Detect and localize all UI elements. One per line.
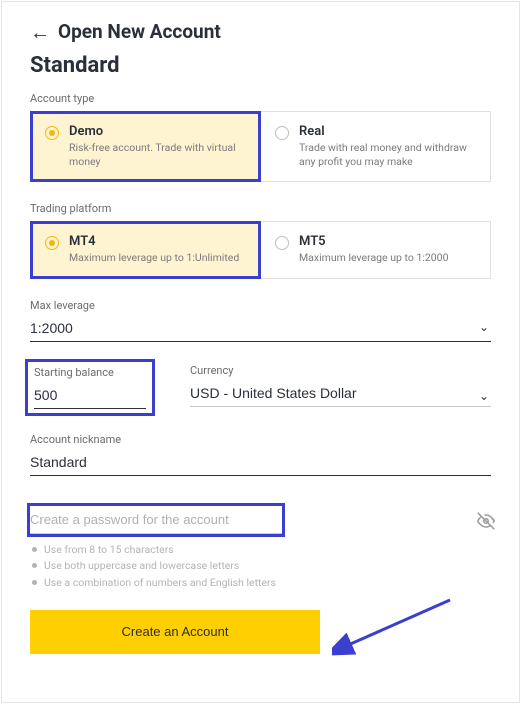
account-type-options: Demo Risk-free account. Trade with virtu… [30,111,491,182]
starting-balance-input[interactable] [34,383,146,409]
option-desc: Trade with real money and withdraw any p… [299,141,476,169]
card-content: MT4 Maximum leverage up to 1:Unlimited [69,234,246,265]
card-content: Demo Risk-free account. Trade with virtu… [69,124,246,169]
field-label: Max leverage [30,299,491,312]
password-field[interactable] [30,506,282,534]
option-desc: Risk-free account. Trade with virtual mo… [69,141,246,169]
header-row: ← Open New Account [30,20,491,43]
option-desc: Maximum leverage up to 1:Unlimited [69,251,246,265]
account-type-label: Account type [30,92,491,105]
password-hints: Use from 8 to 15 characters Use both upp… [30,542,491,592]
annotation-arrow-icon [332,594,462,664]
trading-platform-label: Trading platform [30,202,491,215]
platform-mt4[interactable]: MT4 Maximum leverage up to 1:Unlimited [31,222,260,277]
option-title: MT4 [69,234,246,249]
nickname-field[interactable]: Account nickname [30,433,491,476]
option-title: Demo [69,124,246,139]
card-content: Real Trade with real money and withdraw … [299,124,476,169]
open-account-panel: ← Open New Account Standard Account type… [1,1,520,703]
password-hint: Use from 8 to 15 characters [30,542,491,559]
account-class-subtitle: Standard [30,53,491,78]
back-arrow-icon[interactable]: ← [30,22,50,42]
option-title: Real [299,124,476,139]
option-title: MT5 [299,234,476,249]
field-label: Account nickname [30,433,491,446]
field-label: Currency [190,364,491,377]
account-type-demo[interactable]: Demo Risk-free account. Trade with virtu… [31,112,260,181]
max-leverage-input[interactable] [30,316,491,342]
balance-currency-row: Starting balance Currency ⌄ [30,364,491,411]
option-desc: Maximum leverage up to 1:2000 [299,251,476,265]
starting-balance-field[interactable]: Starting balance [30,364,150,411]
password-hint: Use a combination of numbers and English… [30,575,491,592]
radio-icon [275,126,289,140]
currency-input[interactable] [190,381,491,407]
radio-icon [45,126,59,140]
card-content: MT5 Maximum leverage up to 1:2000 [299,234,476,265]
currency-field[interactable]: Currency ⌄ [190,364,491,411]
max-leverage-field[interactable]: Max leverage ⌄ [30,299,491,342]
nickname-input[interactable] [30,450,491,476]
password-input[interactable] [30,506,282,534]
platform-mt5[interactable]: MT5 Maximum leverage up to 1:2000 [260,222,490,277]
password-section: Use from 8 to 15 characters Use both upp… [30,506,491,592]
password-hint: Use both uppercase and lowercase letters [30,558,491,575]
radio-icon [45,236,59,250]
trading-platform-options: MT4 Maximum leverage up to 1:Unlimited M… [30,221,491,278]
create-account-button[interactable]: Create an Account [30,610,320,654]
radio-icon [275,236,289,250]
field-label: Starting balance [34,366,146,379]
page-title: Open New Account [58,20,221,43]
account-type-real[interactable]: Real Trade with real money and withdraw … [260,112,490,181]
eye-off-icon[interactable] [477,512,495,534]
